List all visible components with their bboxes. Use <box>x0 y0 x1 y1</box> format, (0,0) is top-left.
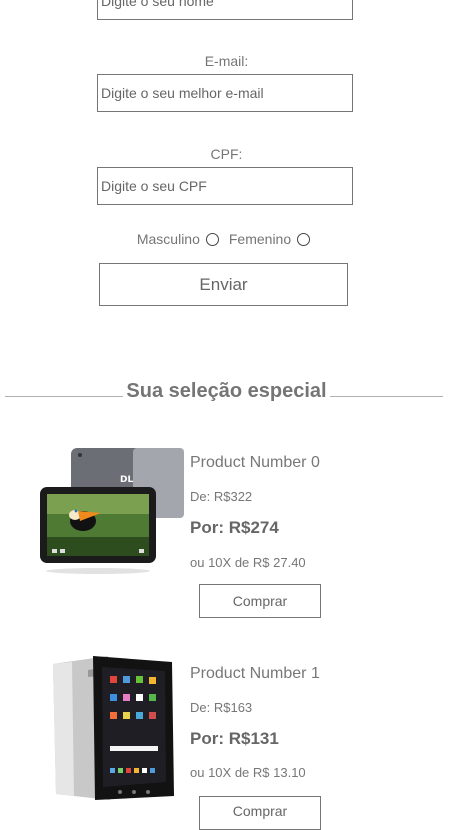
buy-button[interactable]: Comprar <box>199 584 321 618</box>
gender-female-label: Femenino <box>228 231 292 247</box>
product-card: Product Number 1 De: R$163 Por: R$131 ou… <box>0 650 453 830</box>
product-price-to: Por: R$131 <box>190 729 279 748</box>
section-title: Sua seleção especial <box>0 380 453 403</box>
product-name: Product Number 1 <box>190 665 320 682</box>
product-name: Product Number 0 <box>190 454 320 471</box>
buy-button[interactable]: Comprar <box>199 796 321 830</box>
product-price-from: De: R$163 <box>190 700 253 715</box>
product-card: DL Product Number 0 De: R$322 Por: R$274… <box>0 440 453 630</box>
submit-button[interactable]: Enviar <box>99 263 348 306</box>
email-label: E-mail: <box>204 53 249 69</box>
gender-female-radio[interactable] <box>297 232 311 246</box>
product-installments: ou 10X de R$ 27.40 <box>190 555 306 570</box>
tablet-toucan-image: DL <box>40 448 184 574</box>
cpf-input[interactable] <box>97 167 353 205</box>
product-price-to: Por: R$274 <box>190 518 279 537</box>
svg-text:DL: DL <box>120 475 133 485</box>
tablet-apps-image <box>53 656 174 800</box>
product-price-from: De: R$322 <box>190 489 253 504</box>
name-input[interactable] <box>97 0 353 20</box>
email-input[interactable] <box>97 74 353 112</box>
gender-male-radio[interactable] <box>205 232 219 246</box>
product-installments: ou 10X de R$ 13.10 <box>190 765 306 780</box>
cpf-label: CPF: <box>210 146 243 162</box>
gender-male-label: Masculino <box>136 231 200 247</box>
gender-radio-group: Masculino Femenino <box>0 230 453 248</box>
